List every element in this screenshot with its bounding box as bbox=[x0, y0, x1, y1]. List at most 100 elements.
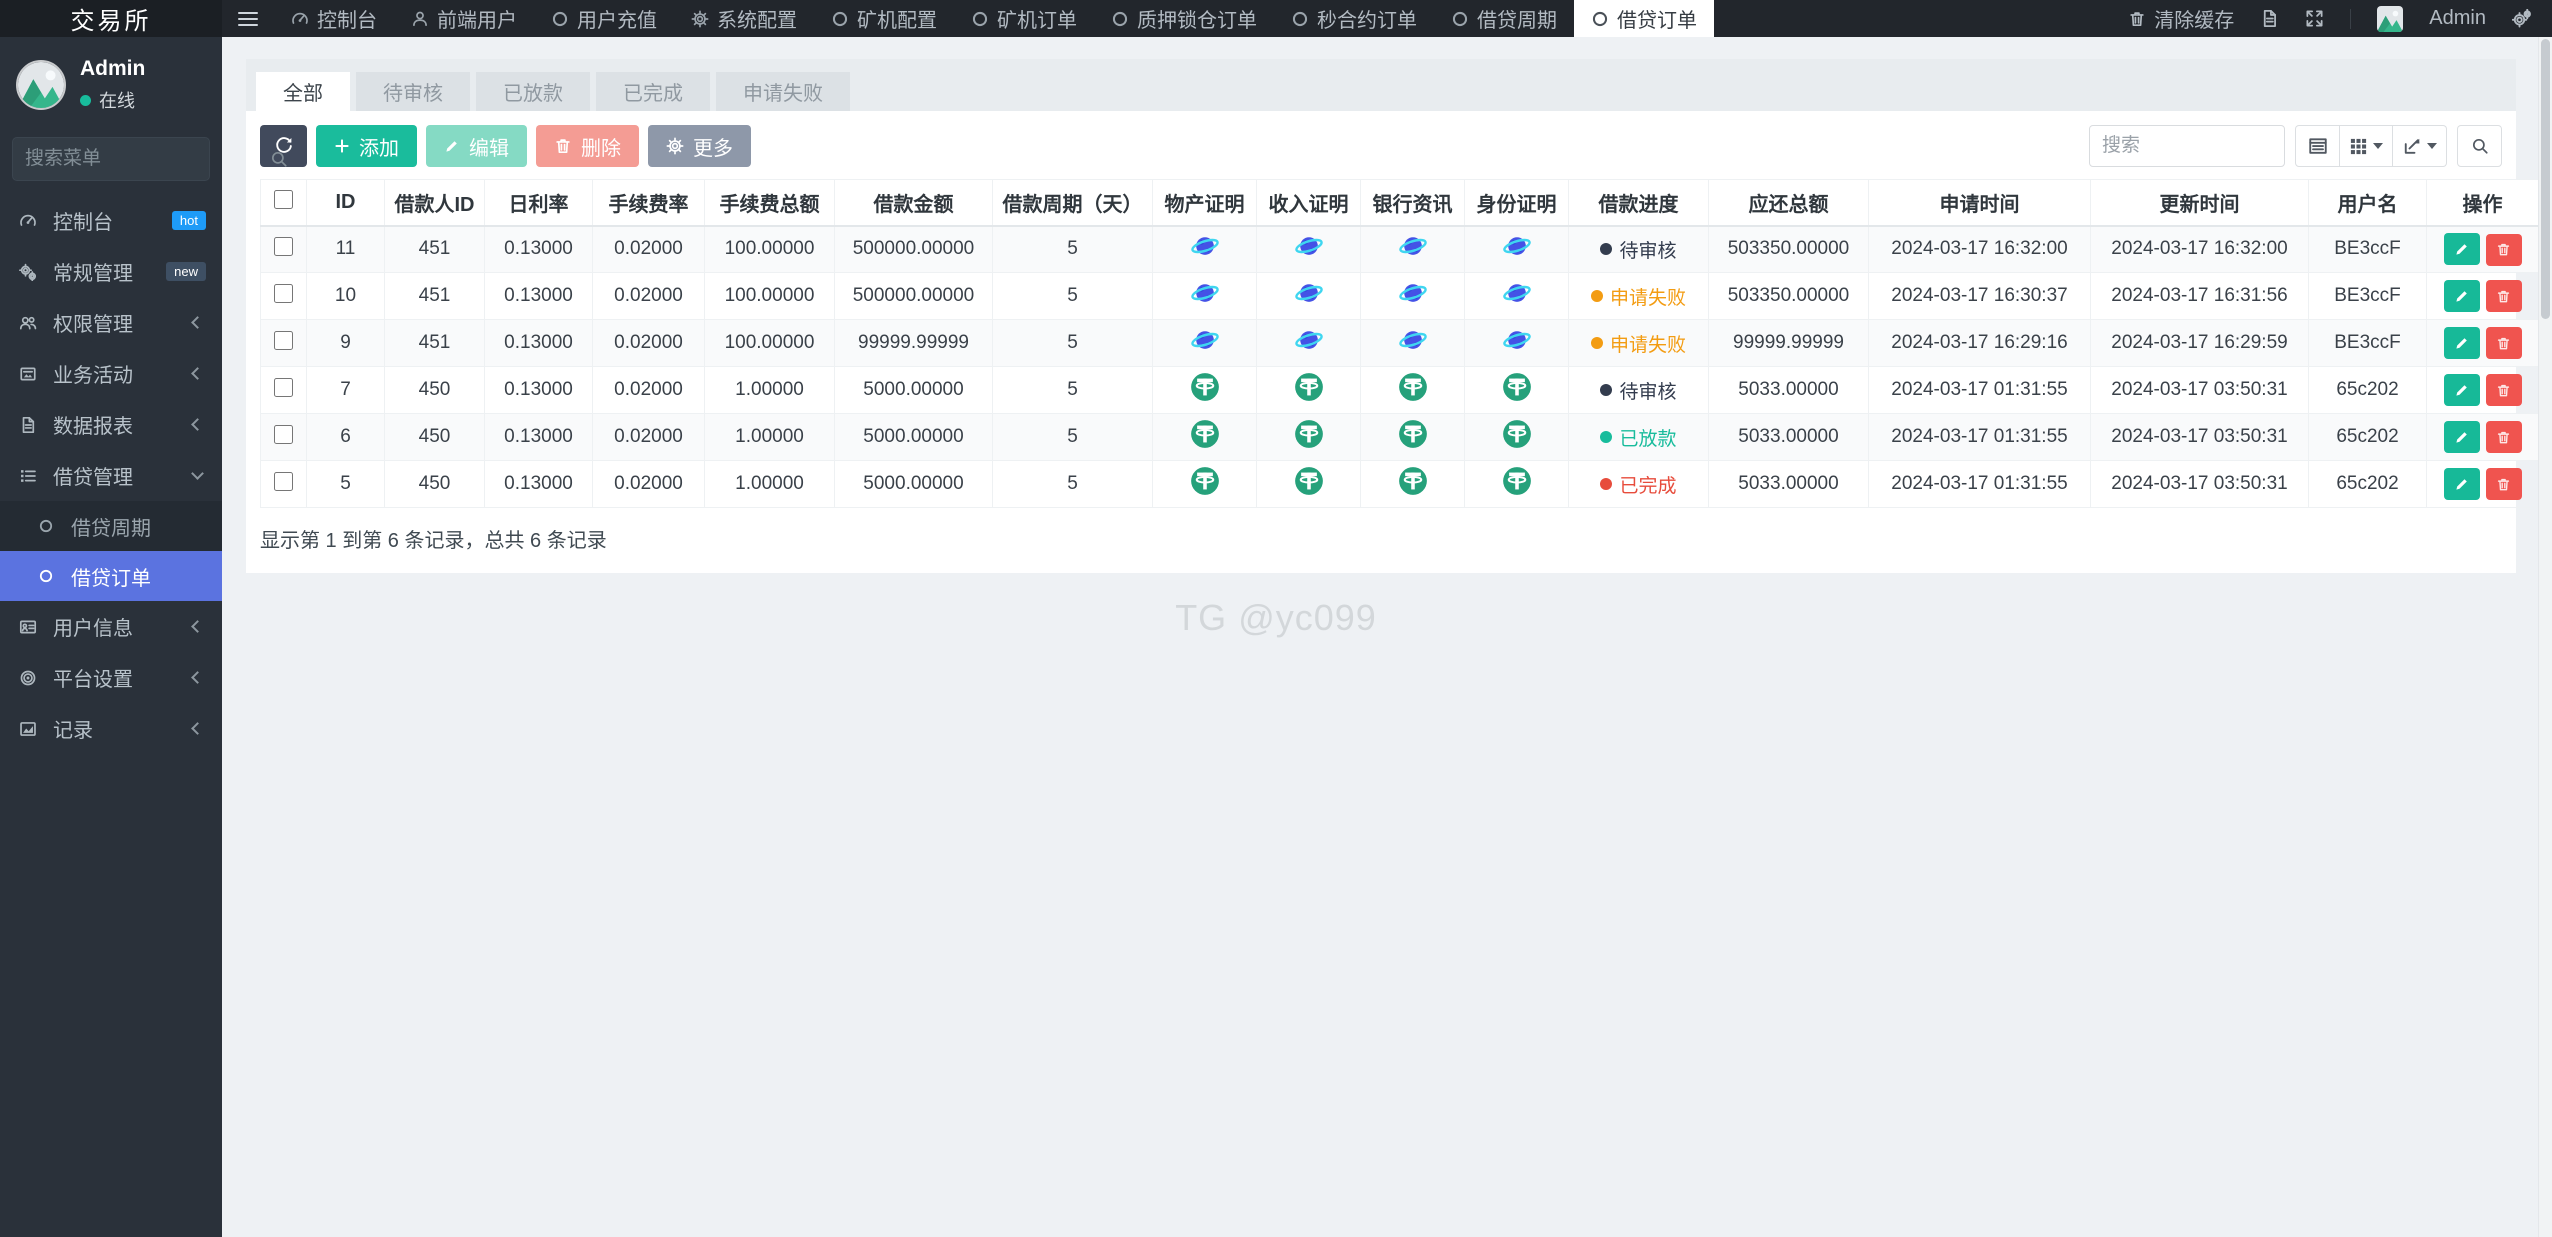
planet-icon[interactable] bbox=[1398, 325, 1428, 355]
planet-icon[interactable] bbox=[1190, 278, 1220, 308]
export-button[interactable] bbox=[2393, 125, 2447, 167]
sidebar-item-4[interactable]: 数据报表 bbox=[0, 399, 222, 450]
row-delete-button[interactable] bbox=[2485, 374, 2522, 407]
row-edit-button[interactable] bbox=[2443, 467, 2480, 500]
table-search-input[interactable] bbox=[2089, 125, 2285, 167]
menu-search-input[interactable] bbox=[25, 148, 270, 170]
row-delete-button[interactable] bbox=[2485, 327, 2522, 360]
row-checkbox[interactable] bbox=[274, 424, 293, 444]
planet-icon[interactable] bbox=[1294, 325, 1324, 355]
planet-icon[interactable] bbox=[1294, 231, 1324, 261]
sidebar-item-1[interactable]: 常规管理 new bbox=[0, 246, 222, 297]
cogs-icon[interactable] bbox=[2512, 8, 2532, 29]
tether-icon[interactable] bbox=[1502, 419, 1532, 449]
sidebar-subitem-1[interactable]: 借贷订单 bbox=[0, 551, 222, 601]
topnav-item-4[interactable]: 矿机配置 bbox=[814, 0, 954, 37]
tether-icon[interactable] bbox=[1502, 372, 1532, 402]
planet-icon[interactable] bbox=[1502, 231, 1532, 261]
tab-4[interactable]: 申请失败 bbox=[716, 72, 850, 111]
tether-icon[interactable] bbox=[1398, 419, 1428, 449]
avatar[interactable] bbox=[2377, 5, 2404, 32]
select-all-checkbox[interactable] bbox=[274, 189, 293, 209]
topbar-username[interactable]: Admin bbox=[2429, 7, 2486, 30]
planet-icon[interactable] bbox=[1190, 231, 1220, 261]
list-icon bbox=[16, 467, 40, 485]
row-checkbox[interactable] bbox=[274, 236, 293, 256]
toolbar-left: 添加 编辑 删除 更多 bbox=[260, 125, 751, 167]
tether-icon[interactable] bbox=[1294, 466, 1324, 496]
tether-icon[interactable] bbox=[1502, 466, 1532, 496]
search-icon bbox=[2471, 137, 2489, 155]
tether-icon[interactable] bbox=[1294, 372, 1324, 402]
row-delete-button[interactable] bbox=[2485, 280, 2522, 313]
tether-icon[interactable] bbox=[1398, 372, 1428, 402]
planet-icon[interactable] bbox=[1294, 278, 1324, 308]
sidebar-item-6[interactable]: 用户信息 bbox=[0, 601, 222, 652]
fullscreen-icon[interactable] bbox=[2305, 9, 2324, 28]
tab-1[interactable]: 待审核 bbox=[356, 72, 470, 111]
tether-icon[interactable] bbox=[1294, 419, 1324, 449]
user-panel: Admin 在线 bbox=[0, 37, 222, 131]
column-header: 更新时间 bbox=[2090, 179, 2309, 227]
tether-icon[interactable] bbox=[1190, 466, 1220, 496]
topnav-item-5[interactable]: 矿机订单 bbox=[954, 0, 1094, 37]
tether-icon[interactable] bbox=[1398, 466, 1428, 496]
edit-button[interactable]: 编辑 bbox=[426, 125, 527, 167]
sidebar-toggle-button[interactable] bbox=[222, 0, 274, 37]
document-icon[interactable] bbox=[2260, 9, 2279, 28]
sidebar-item-5[interactable]: 借贷管理 bbox=[0, 450, 222, 501]
sidebar-item-0[interactable]: 控制台 hot bbox=[0, 195, 222, 246]
row-edit-button[interactable] bbox=[2443, 233, 2480, 265]
sidebar-item-2[interactable]: 权限管理 bbox=[0, 297, 222, 348]
row-delete-button[interactable] bbox=[2485, 421, 2522, 454]
row-delete-button[interactable] bbox=[2485, 468, 2522, 501]
columns-button[interactable] bbox=[2340, 125, 2393, 167]
avatar[interactable] bbox=[16, 60, 66, 110]
scrollbar-thumb[interactable] bbox=[2541, 39, 2550, 319]
row-edit-button[interactable] bbox=[2443, 373, 2480, 406]
topnav-item-2[interactable]: 用户充值 bbox=[534, 0, 674, 37]
row-edit-button[interactable] bbox=[2443, 326, 2480, 359]
clear-cache-button[interactable]: 清除缓存 bbox=[2128, 4, 2234, 33]
sidebar-item-7[interactable]: 平台设置 bbox=[0, 652, 222, 703]
tether-icon[interactable] bbox=[1190, 419, 1220, 449]
tether-icon[interactable] bbox=[1190, 372, 1220, 402]
more-button[interactable]: 更多 bbox=[648, 125, 751, 167]
cell-username: BE3ccF bbox=[2308, 225, 2427, 273]
row-checkbox[interactable] bbox=[274, 283, 293, 303]
topnav-item-9[interactable]: 借贷订单 bbox=[1574, 0, 1714, 37]
tab-0[interactable]: 全部 bbox=[256, 72, 350, 111]
planet-icon[interactable] bbox=[1502, 278, 1532, 308]
add-button[interactable]: 添加 bbox=[316, 125, 417, 167]
planet-icon[interactable] bbox=[1398, 278, 1428, 308]
list-view-icon bbox=[2308, 136, 2328, 156]
sidebar-item-label: 业务活动 bbox=[53, 365, 133, 387]
sidebar-item-label: 借贷管理 bbox=[53, 467, 133, 489]
scrollbar-track[interactable] bbox=[2538, 37, 2552, 1237]
delete-button[interactable]: 删除 bbox=[536, 125, 639, 167]
planet-icon[interactable] bbox=[1190, 325, 1220, 355]
planet-icon[interactable] bbox=[1398, 231, 1428, 261]
tab-3[interactable]: 已完成 bbox=[596, 72, 710, 111]
topnav-item-3[interactable]: 系统配置 bbox=[674, 0, 814, 37]
topnav-item-7[interactable]: 秒合约订单 bbox=[1274, 0, 1434, 37]
toggle-view-button[interactable] bbox=[2295, 125, 2340, 167]
row-delete-button[interactable] bbox=[2485, 233, 2522, 266]
new-badge: new bbox=[166, 262, 206, 281]
topnav-item-6[interactable]: 质押锁仓订单 bbox=[1094, 0, 1274, 37]
row-edit-button[interactable] bbox=[2443, 420, 2480, 453]
topnav-label: 质押锁仓订单 bbox=[1137, 10, 1257, 32]
search-button[interactable] bbox=[2457, 125, 2502, 167]
topnav-item-8[interactable]: 借贷周期 bbox=[1434, 0, 1574, 37]
sidebar-item-8[interactable]: 记录 bbox=[0, 703, 222, 754]
sidebar-subitem-0[interactable]: 借贷周期 bbox=[0, 501, 222, 551]
planet-icon[interactable] bbox=[1502, 325, 1532, 355]
row-checkbox[interactable] bbox=[274, 377, 293, 397]
row-checkbox[interactable] bbox=[274, 471, 293, 491]
sidebar-item-3[interactable]: 业务活动 bbox=[0, 348, 222, 399]
row-edit-button[interactable] bbox=[2443, 279, 2480, 312]
topnav-item-0[interactable]: 控制台 bbox=[274, 0, 394, 37]
tab-2[interactable]: 已放款 bbox=[476, 72, 590, 111]
row-checkbox[interactable] bbox=[274, 330, 293, 350]
topnav-item-1[interactable]: 前端用户 bbox=[394, 0, 534, 37]
